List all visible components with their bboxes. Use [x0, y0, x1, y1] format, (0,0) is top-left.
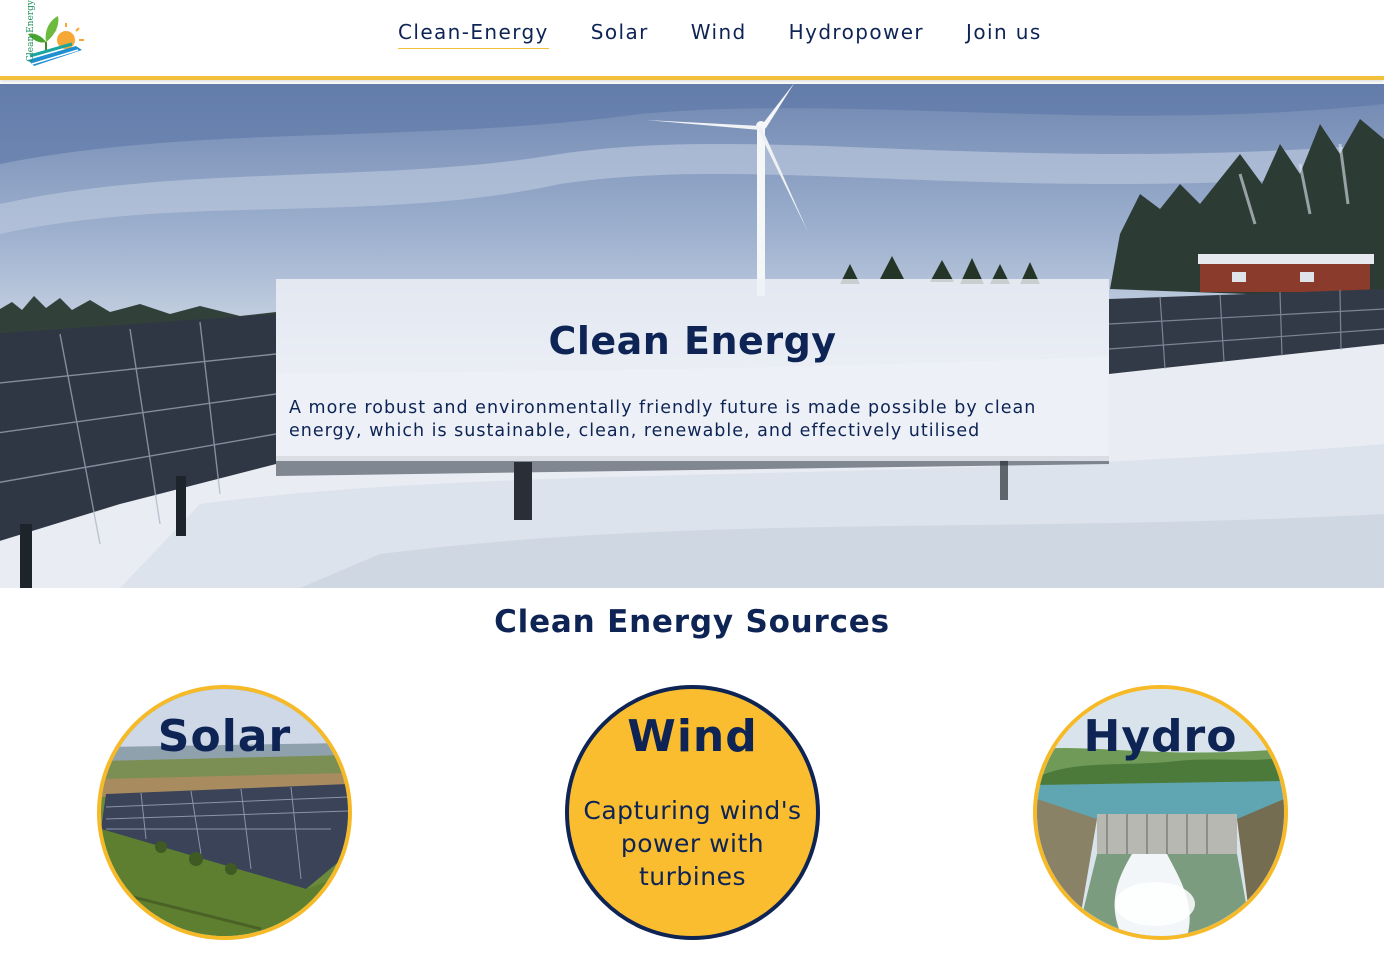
- logo-text: Clean Energy: [26, 0, 36, 62]
- hydro-card[interactable]: Hydro: [1033, 685, 1288, 940]
- hero-title: Clean Energy: [548, 319, 837, 363]
- hero-intro-card: Clean Energy A more robust and environme…: [276, 279, 1109, 461]
- site-header: Clean Energy Clean-Energy Solar Wind Hyd…: [0, 0, 1384, 80]
- main-navigation: Clean-Energy Solar Wind Hydropower Join …: [398, 20, 1084, 49]
- nav-item-join-us[interactable]: Join us: [966, 20, 1042, 49]
- wind-card-description: Capturing wind's power with turbines: [583, 796, 802, 891]
- hero-section: Clean Energy A more robust and environme…: [0, 84, 1384, 588]
- wind-card-title: Wind: [627, 711, 758, 762]
- solar-card-title: Solar: [157, 711, 292, 762]
- hero-description: A more robust and environmentally friend…: [289, 398, 1037, 441]
- wind-card[interactable]: Wind Capturing wind's power with turbine…: [565, 685, 820, 940]
- hydro-card-title: Hydro: [1083, 711, 1238, 762]
- clean-energy-logo[interactable]: Clean Energy: [16, 0, 88, 70]
- nav-item-hydropower[interactable]: Hydropower: [789, 20, 924, 49]
- solar-card[interactable]: Solar: [97, 685, 352, 940]
- nav-item-wind[interactable]: Wind: [691, 20, 747, 49]
- nav-item-clean-energy[interactable]: Clean-Energy: [398, 20, 549, 49]
- nav-item-solar[interactable]: Solar: [591, 20, 649, 49]
- sources-section-title: Clean Energy Sources: [494, 604, 890, 640]
